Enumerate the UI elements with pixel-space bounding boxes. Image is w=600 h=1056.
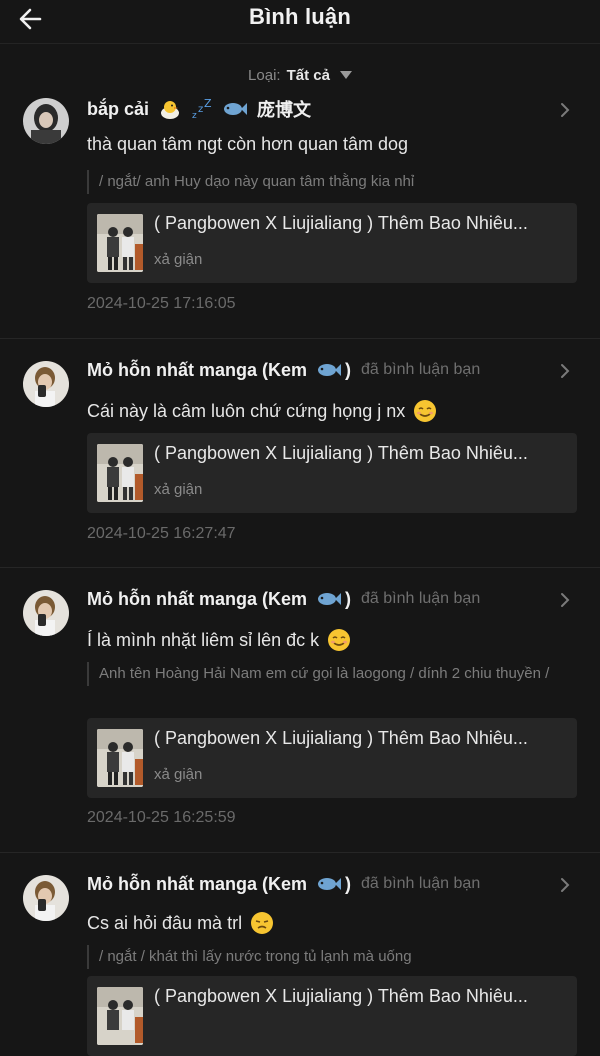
timestamp: 2024-10-25 17:16:05: [87, 295, 236, 312]
comment-text: Cái này là câm luôn chứ cứng họng j nx: [87, 399, 570, 423]
story-card[interactable]: ( Pangbowen X Liujialiang ) Thêm Bao Nhi…: [87, 433, 577, 513]
avatar[interactable]: [23, 361, 69, 407]
username[interactable]: Mỏ hỗn nhất manga (Kem: [87, 874, 307, 895]
avatar[interactable]: [23, 98, 69, 144]
name-row: Mỏ hỗn nhất manga (Kem ) đã bình luận bạ…: [87, 584, 564, 614]
story-thumbnail: [97, 987, 143, 1045]
name-row: bắp cải z z Z 庞博文: [87, 94, 564, 124]
list-item[interactable]: Mỏ hỗn nhất manga (Kem ) đã bình luận bạ…: [0, 853, 600, 1056]
fish-emoji: [224, 103, 248, 115]
username-suffix: ): [345, 359, 351, 380]
story-title: ( Pangbowen X Liujialiang ) Thêm Bao Nhi…: [154, 728, 528, 748]
svg-text:z: z: [192, 111, 197, 120]
avatar[interactable]: [23, 590, 69, 636]
quoted-text: / ngắt/ anh Huy dạo này quan tâm thằng k…: [87, 170, 570, 194]
comment-text: Cs ai hỏi đâu mà trl: [87, 911, 570, 935]
story-card[interactable]: ( Pangbowen X Liujialiang ) Thêm Bao Nhi…: [87, 976, 577, 1056]
chevron-right-icon[interactable]: [558, 102, 572, 118]
name-row: Mỏ hỗn nhất manga (Kem ) đã bình luận bạ…: [87, 355, 564, 385]
comment-text: Í là mình nhặt liêm sỉ lên đc k: [87, 628, 570, 652]
story-thumbnail: [97, 444, 143, 502]
username-suffix: ): [345, 588, 351, 609]
smiling-face-emoji: [414, 400, 437, 422]
story-subtitle: xả giận: [154, 251, 203, 268]
chevron-right-icon[interactable]: [558, 363, 572, 379]
action-text: đã bình luận bạn: [361, 875, 481, 892]
chevron-right-icon[interactable]: [558, 877, 572, 893]
comment-text: thà quan tâm ngt còn hơn quan tâm dog: [87, 134, 409, 154]
fish-emoji: [318, 878, 341, 890]
story-subtitle: xả giận: [154, 481, 203, 498]
story-title: ( Pangbowen X Liujialiang ) Thêm Bao Nhi…: [154, 443, 528, 463]
timestamp: 2024-10-25 16:27:47: [87, 525, 236, 542]
caret-down-icon: [339, 71, 352, 79]
filter-value: Tất cả: [286, 66, 330, 84]
story-thumbnail: [97, 729, 143, 787]
notification-list: bắp cải z z Z 庞博文 thà quan tâm ngt còn h…: [0, 90, 600, 1056]
svg-text:z: z: [198, 104, 203, 115]
top-bar: Bình luận: [0, 0, 600, 44]
action-text: đã bình luận bạn: [361, 590, 481, 607]
zzz-emoji: z z Z: [192, 98, 212, 120]
chevron-right-icon[interactable]: [558, 592, 572, 608]
smiling-face-emoji: [328, 629, 351, 651]
page-title: Bình luận: [248, 4, 351, 29]
fish-emoji: [318, 364, 341, 376]
story-subtitle: xả giận: [154, 766, 203, 783]
disappointed-face-emoji: [251, 912, 274, 934]
avatar[interactable]: [23, 875, 69, 921]
quoted-text: / ngắt / khát thì lấy nước trong tủ lạnh…: [87, 945, 570, 969]
username[interactable]: bắp cải: [87, 99, 149, 120]
story-thumbnail: [97, 214, 143, 272]
hatching-chick-emoji: [161, 101, 180, 119]
name-row: Mỏ hỗn nhất manga (Kem ) đã bình luận bạ…: [87, 869, 564, 899]
story-card[interactable]: ( Pangbowen X Liujialiang ) Thêm Bao Nhi…: [87, 718, 577, 798]
action-text: đã bình luận bạn: [361, 361, 481, 378]
svg-text:Z: Z: [204, 98, 212, 110]
story-title: ( Pangbowen X Liujialiang ) Thêm Bao Nhi…: [154, 213, 528, 233]
list-item[interactable]: bắp cải z z Z 庞博文 thà quan tâm ngt còn h…: [0, 90, 600, 339]
filter-label: Loại:: [248, 66, 281, 84]
username[interactable]: Mỏ hỗn nhất manga (Kem: [87, 589, 307, 610]
story-card[interactable]: ( Pangbowen X Liujialiang ) Thêm Bao Nhi…: [87, 203, 577, 283]
username-suffix: ): [345, 873, 351, 894]
list-item[interactable]: Mỏ hỗn nhất manga (Kem ) đã bình luận bạ…: [0, 339, 600, 568]
filter-dropdown[interactable]: Loại: Tất cả: [0, 64, 600, 86]
story-title: ( Pangbowen X Liujialiang ) Thêm Bao Nhi…: [154, 986, 528, 1006]
list-item[interactable]: Mỏ hỗn nhất manga (Kem ) đã bình luận bạ…: [0, 568, 600, 853]
username-suffix: 庞博文: [257, 100, 312, 120]
quoted-text: Anh tên Hoàng Hải Nam em cứ gọi là laogo…: [87, 662, 570, 686]
fish-emoji: [318, 593, 341, 605]
timestamp: 2024-10-25 16:25:59: [87, 809, 236, 826]
username[interactable]: Mỏ hỗn nhất manga (Kem: [87, 360, 307, 381]
